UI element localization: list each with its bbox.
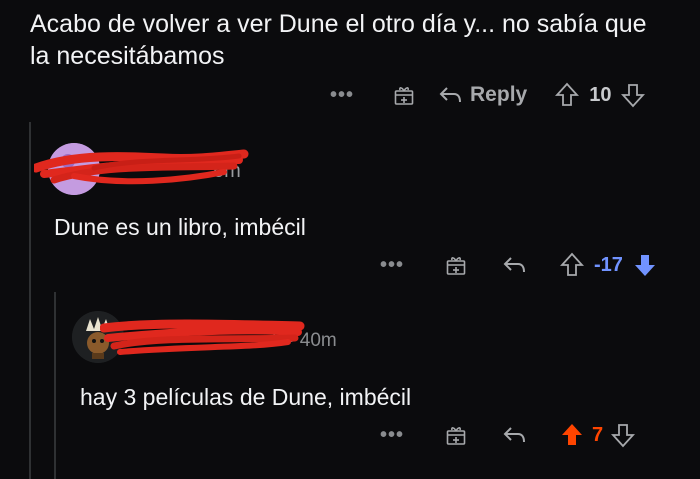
avatar[interactable] [72, 311, 124, 363]
reply-button[interactable]: Reply [438, 83, 527, 107]
downvote-icon[interactable] [611, 422, 636, 448]
reply-arrow-icon[interactable] [502, 254, 528, 276]
post-action-bar: ••• Reply 10 [330, 80, 646, 110]
comment-text: hay 3 películas de Dune, imbécil [80, 384, 412, 410]
upvote-icon[interactable] [560, 252, 585, 278]
comment-action-bar: ••• -17 [380, 250, 657, 280]
downvote-icon[interactable] [621, 82, 646, 108]
award-icon[interactable] [444, 253, 468, 277]
downvote-icon[interactable] [633, 252, 657, 278]
reply-label: Reply [470, 83, 528, 106]
more-options-button[interactable]: ••• [380, 254, 404, 277]
post-text: Acabo de volver a ver Dune el otro día y… [30, 10, 647, 70]
comment-text: Dune es un libro, imbécil [54, 214, 306, 240]
award-icon[interactable] [444, 423, 468, 447]
post-score: 10 [589, 83, 612, 106]
comment-meta: 5m [213, 160, 241, 182]
comment-score: 7 [592, 423, 604, 446]
reply-arrow-icon[interactable] [502, 424, 528, 446]
comment-score: -17 [594, 253, 623, 276]
more-options-button[interactable]: ••• [380, 424, 404, 447]
upvote-icon[interactable] [560, 422, 584, 448]
reply-arrow-icon [438, 84, 464, 106]
more-options-button[interactable]: ••• [330, 84, 354, 107]
thread-line-level2[interactable] [54, 292, 56, 479]
comment-action-bar: ••• 7 [380, 420, 636, 450]
award-icon[interactable] [392, 83, 416, 107]
comment-meta: 5 • 40m [272, 330, 337, 351]
upvote-icon[interactable] [555, 82, 580, 108]
avatar[interactable] [48, 143, 100, 195]
thread-line-level1[interactable] [29, 122, 31, 479]
